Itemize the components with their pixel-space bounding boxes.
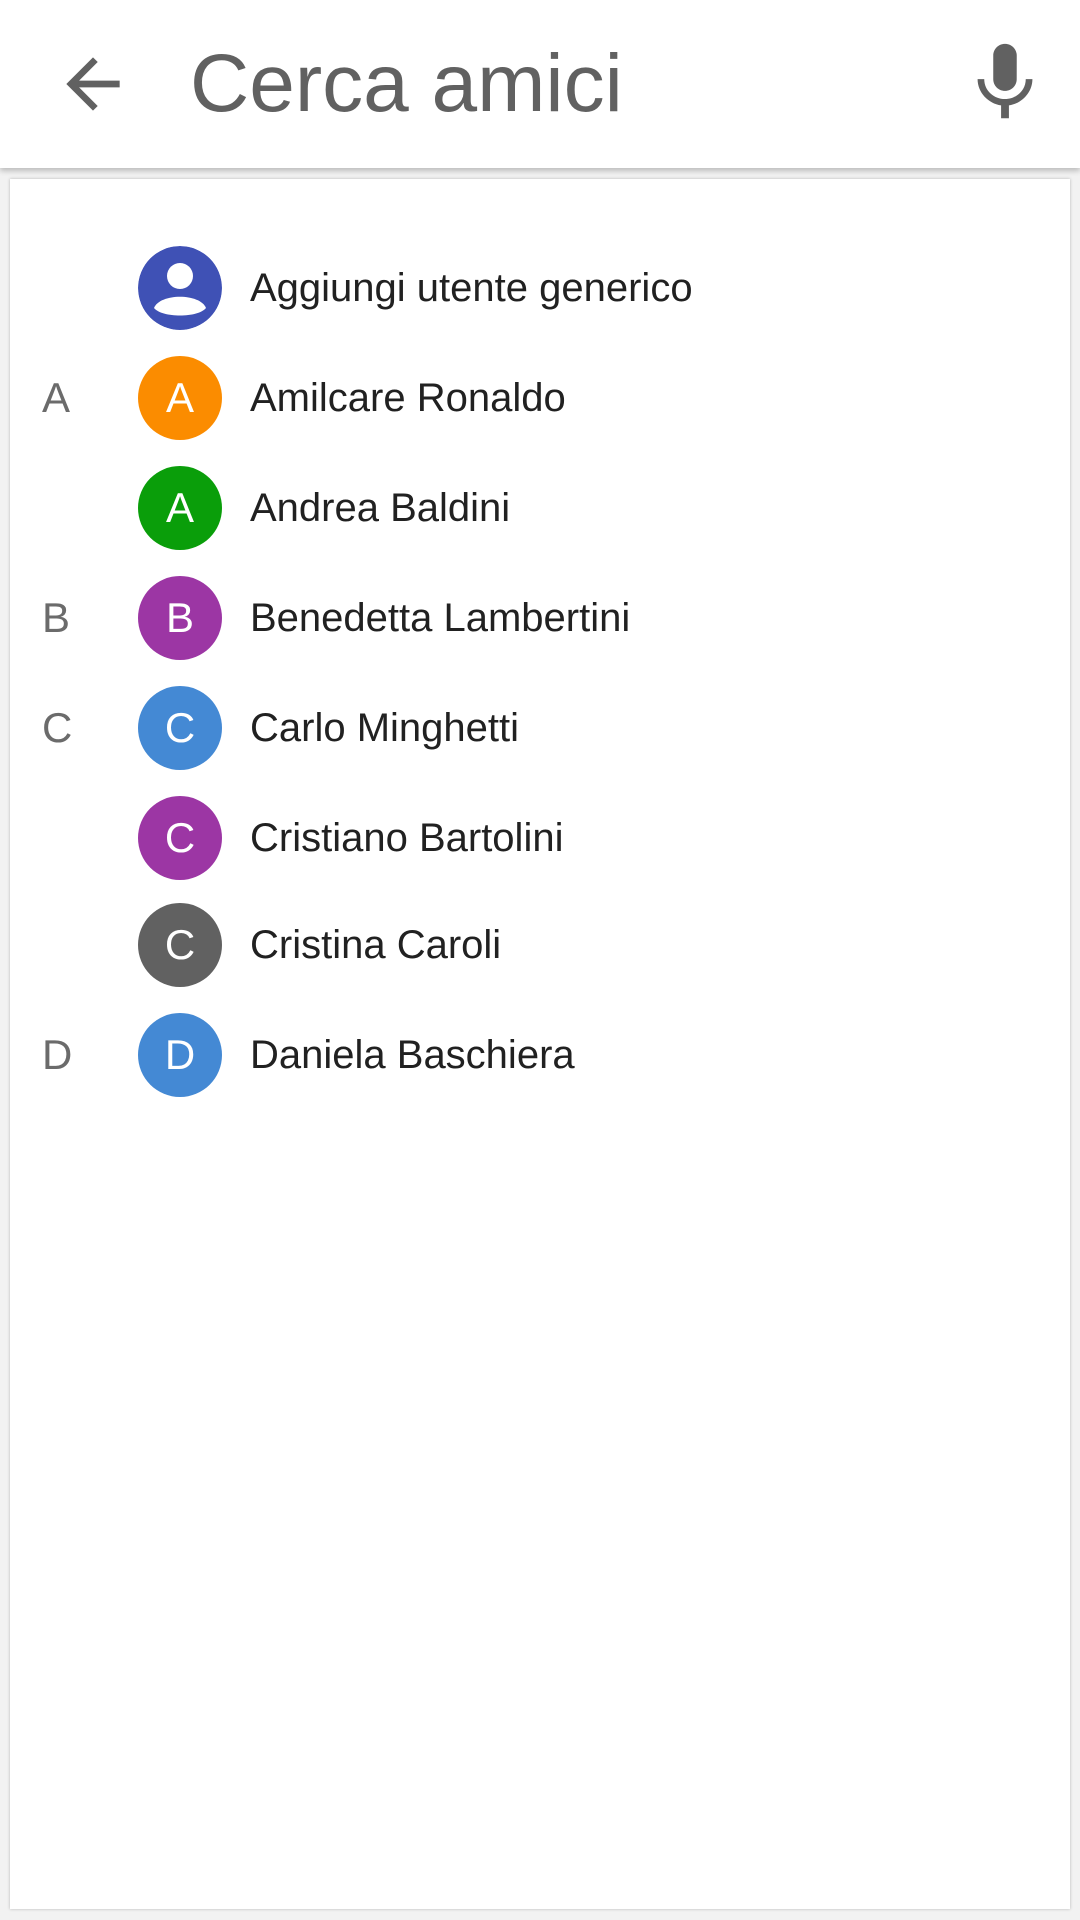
avatar: A [138,466,222,550]
section-letter: D [42,1031,73,1078]
list-item-contact[interactable]: A Andrea Baldini [10,453,1070,563]
avatar: C [138,903,222,987]
avatar: D [138,1013,222,1097]
contact-name: Andrea Baldini [250,486,511,530]
avatar: C [138,686,222,770]
list-item-contact[interactable]: D D Daniela Baschiera [10,1000,1070,1110]
list-item-add-generic-user[interactable]: Aggiungi utente generico [10,233,1070,343]
list-item-contact[interactable]: B B Benedetta Lambertini [10,563,1070,673]
microphone-icon [977,43,1033,119]
avatar: C [138,796,222,880]
back-button[interactable] [38,36,148,132]
search-input[interactable] [190,20,910,148]
avatar: B [138,576,222,660]
list-item-contact[interactable]: C Cristiano Bartolini [10,783,1070,893]
search-toolbar [0,0,1080,168]
section-letter: C [42,704,73,751]
contact-name: Daniela Baschiera [250,1033,575,1077]
contact-name: Amilcare Ronaldo [250,376,566,420]
contact-name: Cristiano Bartolini [250,816,564,860]
contact-name: Benedetta Lambertini [250,596,631,640]
voice-search-button[interactable] [950,28,1060,138]
avatar [138,246,222,330]
list-item-contact[interactable]: C Cristina Caroli [10,890,1070,1000]
contact-name: Aggiungi utente generico [250,266,693,310]
contact-name: Carlo Minghetti [250,706,520,750]
list-item-contact[interactable]: C C Carlo Minghetti [10,673,1070,783]
avatar: A [138,356,222,440]
section-letter: B [42,594,71,641]
person-icon [138,246,222,330]
section-letter: A [42,374,71,421]
list-item-contact[interactable]: A A Amilcare Ronaldo [10,343,1070,453]
arrow-left-icon [66,57,120,111]
contact-list: Aggiungi utente generico A A Amilcare Ro… [10,179,1070,1909]
contact-name: Cristina Caroli [250,923,502,967]
